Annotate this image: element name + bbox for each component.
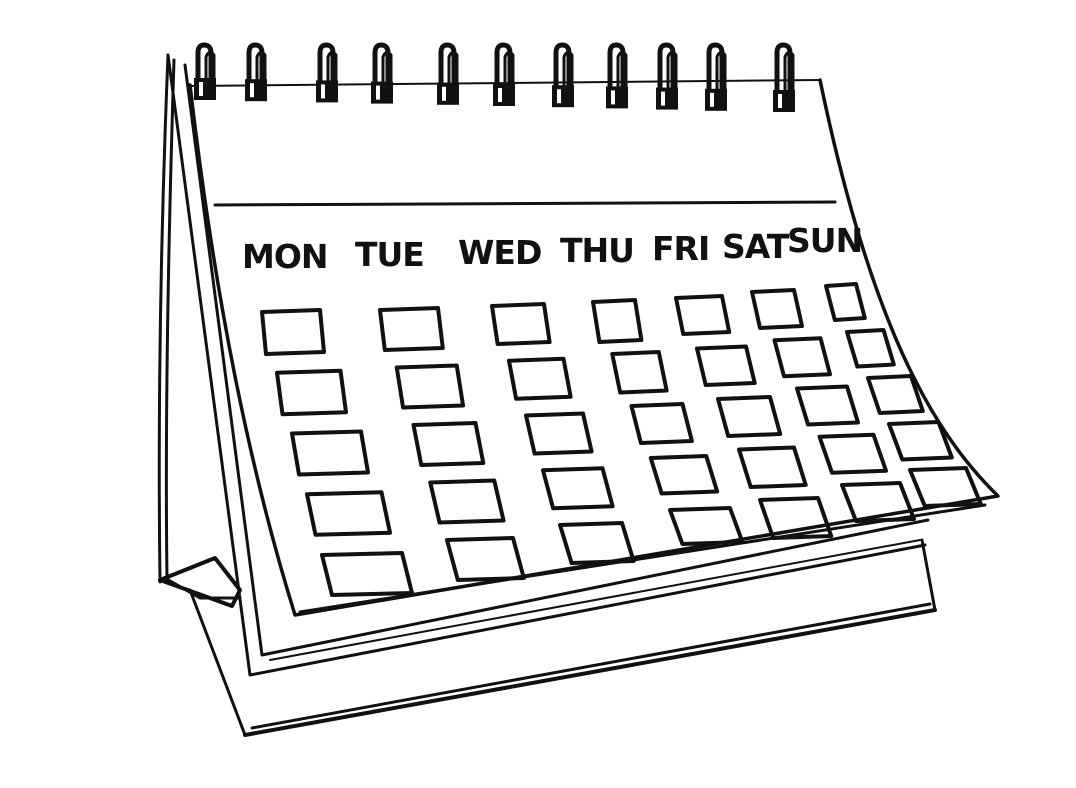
day-cell [817,432,888,475]
front-sheet [188,78,1000,617]
day-cell [411,421,486,467]
spiral-ring [437,42,459,105]
spiral-ring [773,42,795,112]
day-cell [750,288,804,330]
day-cell [275,368,348,417]
spiral-ring [245,42,267,102]
spiral-ring [552,42,574,108]
day-cell [824,282,867,322]
weekday-label-mon: MON [242,237,328,276]
day-cell [428,478,506,525]
spiral-ring [606,42,628,109]
day-cell [260,308,326,356]
day-cell [490,302,552,346]
day-cell [795,384,860,427]
day-cell [668,506,745,546]
spiral-ring [194,42,216,100]
day-cell [394,363,466,410]
day-cell [674,294,732,336]
day-cell [610,350,669,395]
day-cell [695,344,757,387]
weekday-label-sun: SUN [787,221,862,260]
day-cell [845,328,896,369]
day-cell [558,521,636,565]
weekday-label-sat: SAT [722,227,790,266]
spiral-ring [493,42,515,106]
day-cell [887,420,954,462]
weekday-header: MON TUE WED THU FRI SAT SUN [242,221,863,276]
day-cell [305,490,392,537]
day-cell [772,336,832,379]
day-cell [629,402,694,445]
weekday-label-thu: THU [560,231,634,270]
weekday-label-tue: TUE [355,235,424,274]
spiral-ring [316,42,338,103]
day-cell [290,429,370,477]
day-cell [648,454,720,496]
day-cell [541,466,615,511]
day-cell [445,536,526,582]
calendar-stand [157,53,937,737]
day-cell [320,551,414,597]
day-cell [378,306,445,352]
day-cell [716,395,783,438]
weekday-label-wed: WED [458,233,541,272]
spiral-binding [194,42,795,112]
day-cell [866,374,925,415]
day-cell [524,411,594,456]
spiral-ring [371,42,393,104]
day-cell [591,298,644,344]
weekday-label-fri: FRI [652,229,709,268]
day-cell [737,445,808,489]
spiral-ring [705,42,727,111]
day-cell [507,356,573,401]
desk-calendar-illustration: MON TUE WED THU FRI SAT SUN [157,42,1000,737]
back-pages [166,53,930,677]
spiral-ring [656,42,678,110]
